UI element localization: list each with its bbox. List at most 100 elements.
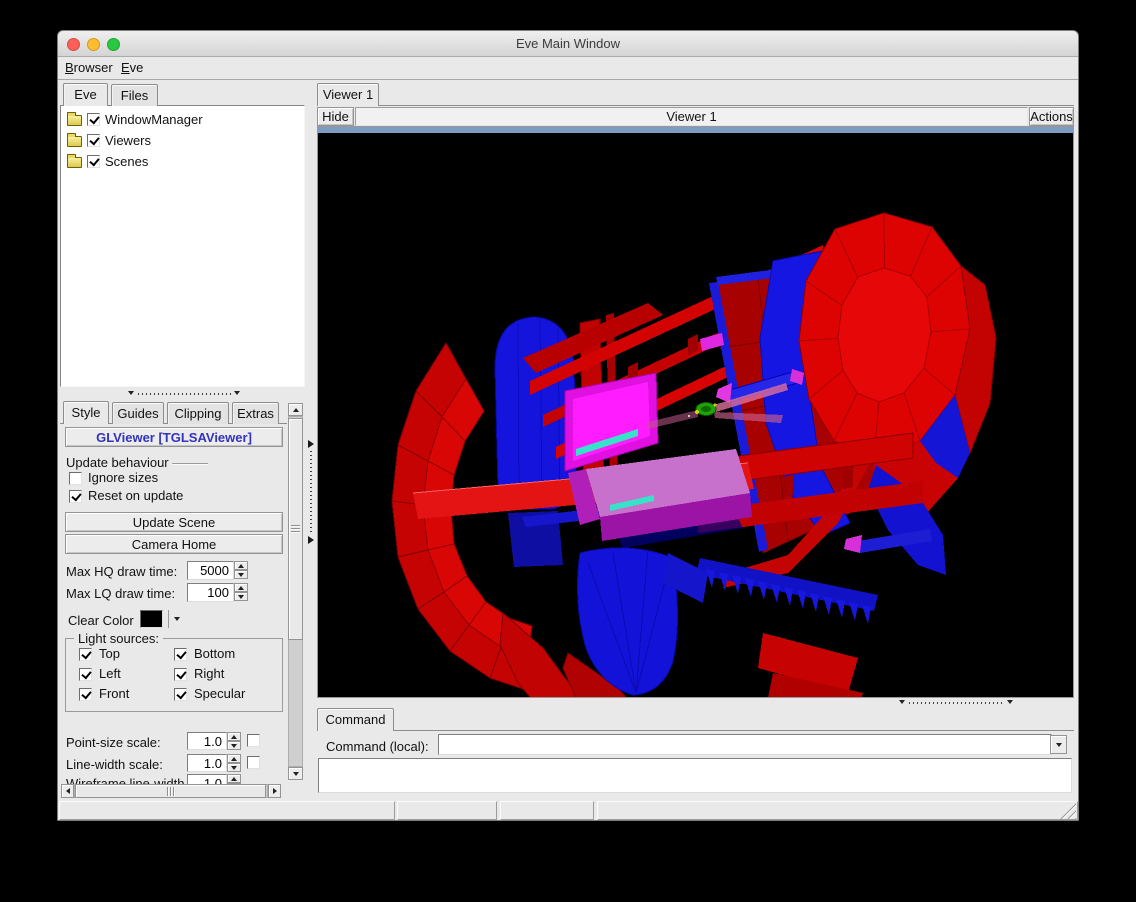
max-hq-stepper[interactable] xyxy=(234,561,248,580)
eve-main-window: Eve Main Window Browser Eve Eve Files Wi… xyxy=(57,30,1079,821)
spin-down-icon[interactable] xyxy=(227,741,241,750)
spin-up-icon[interactable] xyxy=(234,561,248,570)
divider xyxy=(172,463,208,464)
light-specular-label: Specular xyxy=(194,686,245,701)
status-cell xyxy=(597,801,1078,820)
command-output[interactable] xyxy=(318,758,1072,793)
line-width-field[interactable]: 1.0 xyxy=(187,754,227,772)
spin-up-icon[interactable] xyxy=(227,774,241,783)
point-size-label: Point-size scale: xyxy=(66,735,161,750)
clear-color-label: Clear Color xyxy=(68,613,134,628)
light-bottom-checkbox[interactable] xyxy=(174,648,187,661)
scroll-left-button[interactable] xyxy=(61,784,74,798)
splitter-collapse-icon[interactable] xyxy=(308,536,314,544)
command-panel: Command (local): xyxy=(317,730,1074,798)
spin-down-icon[interactable] xyxy=(234,570,248,579)
splitter-collapse-icon[interactable] xyxy=(308,440,314,448)
tab-extras[interactable]: Extras xyxy=(232,402,279,424)
status-cell xyxy=(500,801,594,820)
light-left-label: Left xyxy=(99,666,121,681)
tab-style[interactable]: Style xyxy=(63,401,109,424)
menu-eve[interactable]: Eve xyxy=(115,57,149,80)
max-hq-field[interactable]: 5000 xyxy=(187,561,234,580)
command-dropdown-button[interactable] xyxy=(1050,735,1067,754)
wireframe-label: Wireframe line-width xyxy=(66,776,184,784)
command-input[interactable] xyxy=(438,734,1052,755)
grip-icon xyxy=(291,525,300,533)
light-sources-group: Light sources: Top Bottom Left Right Fro… xyxy=(65,638,283,712)
camera-home-button[interactable]: Camera Home xyxy=(65,534,283,554)
ignore-sizes-label: Ignore sizes xyxy=(88,470,158,485)
tree-item-label: Scenes xyxy=(105,154,148,169)
point-size-field[interactable]: 1.0 xyxy=(187,732,227,750)
spin-down-icon[interactable] xyxy=(227,763,241,772)
tree-item-scenes[interactable]: Scenes xyxy=(67,151,148,171)
light-right-checkbox[interactable] xyxy=(174,668,187,681)
max-lq-stepper[interactable] xyxy=(234,583,248,602)
actions-button[interactable]: Actions xyxy=(1029,107,1074,126)
update-scene-button[interactable]: Update Scene xyxy=(65,512,283,532)
tab-clipping[interactable]: Clipping xyxy=(167,402,229,424)
viewer-command-splitter[interactable] xyxy=(317,698,1074,708)
detector-3d-render xyxy=(318,133,1073,697)
scroll-right-button[interactable] xyxy=(268,784,281,798)
spin-up-icon[interactable] xyxy=(227,754,241,763)
gl-canvas[interactable] xyxy=(317,126,1074,698)
window-title: Eve Main Window xyxy=(58,31,1078,57)
titlebar[interactable]: Eve Main Window xyxy=(58,31,1078,57)
tab-eve[interactable]: Eve xyxy=(63,83,108,106)
light-sources-label: Light sources: xyxy=(74,631,163,646)
light-specular-checkbox[interactable] xyxy=(174,688,187,701)
tree-style-splitter[interactable] xyxy=(60,388,305,400)
folder-icon xyxy=(67,136,82,147)
clear-color-dropdown[interactable] xyxy=(168,610,184,628)
splitter-collapse-icon[interactable] xyxy=(899,700,905,704)
reset-on-update-checkbox[interactable] xyxy=(69,490,82,503)
splitter-collapse-icon[interactable] xyxy=(1007,700,1013,704)
panel-splitter[interactable] xyxy=(307,83,315,798)
light-bottom-label: Bottom xyxy=(194,646,235,661)
tree-checkbox[interactable] xyxy=(87,134,100,147)
tab-viewer-1[interactable]: Viewer 1 xyxy=(317,83,379,106)
spin-down-icon[interactable] xyxy=(234,592,248,601)
light-front-checkbox[interactable] xyxy=(79,688,92,701)
viewer-title: Viewer 1 xyxy=(355,107,1028,126)
wireframe-field[interactable]: 1.0 xyxy=(187,774,227,784)
tree-item-windowmanager[interactable]: WindowManager xyxy=(67,109,203,129)
spin-up-icon[interactable] xyxy=(227,732,241,741)
grip-icon xyxy=(167,787,176,796)
hide-button[interactable]: Hide xyxy=(317,107,354,126)
tree-checkbox[interactable] xyxy=(87,155,100,168)
tree-checkbox[interactable] xyxy=(87,113,100,126)
status-cell xyxy=(397,801,497,820)
tree-item-label: Viewers xyxy=(105,133,151,148)
max-lq-label: Max LQ draw time: xyxy=(66,586,175,601)
scroll-down-button[interactable] xyxy=(288,767,303,780)
tab-command[interactable]: Command xyxy=(317,708,394,731)
menu-browser[interactable]: Browser xyxy=(59,57,119,80)
light-top-checkbox[interactable] xyxy=(79,648,92,661)
splitter-collapse-icon[interactable] xyxy=(234,391,240,395)
menubar: Browser Eve xyxy=(58,57,1078,80)
viewer-header: Hide Viewer 1 Actions xyxy=(317,105,1074,126)
max-lq-field[interactable]: 100 xyxy=(187,583,234,602)
glviewer-button[interactable]: GLViewer [TGLSAViewer] xyxy=(65,427,283,447)
scroll-up-button[interactable] xyxy=(288,403,303,416)
tab-files[interactable]: Files xyxy=(111,84,158,106)
point-size-checkbox[interactable] xyxy=(247,734,260,747)
clear-color-swatch[interactable] xyxy=(140,610,163,628)
command-prompt-label: Command (local): xyxy=(326,739,429,754)
scrollbar-thumb[interactable] xyxy=(288,418,303,640)
scrollbar-thumb[interactable] xyxy=(75,784,266,798)
tree-item-label: WindowManager xyxy=(105,112,203,127)
update-behaviour-label: Update behaviour xyxy=(66,455,169,470)
line-width-checkbox[interactable] xyxy=(247,756,260,769)
ignore-sizes-checkbox[interactable] xyxy=(69,472,82,485)
reset-on-update-label: Reset on update xyxy=(88,488,183,503)
light-left-checkbox[interactable] xyxy=(79,668,92,681)
splitter-collapse-icon[interactable] xyxy=(128,391,134,395)
spin-up-icon[interactable] xyxy=(234,583,248,592)
tree-item-viewers[interactable]: Viewers xyxy=(67,130,151,150)
eve-tree-list[interactable]: WindowManager Viewers Scenes xyxy=(60,105,305,387)
tab-guides[interactable]: Guides xyxy=(112,402,164,424)
